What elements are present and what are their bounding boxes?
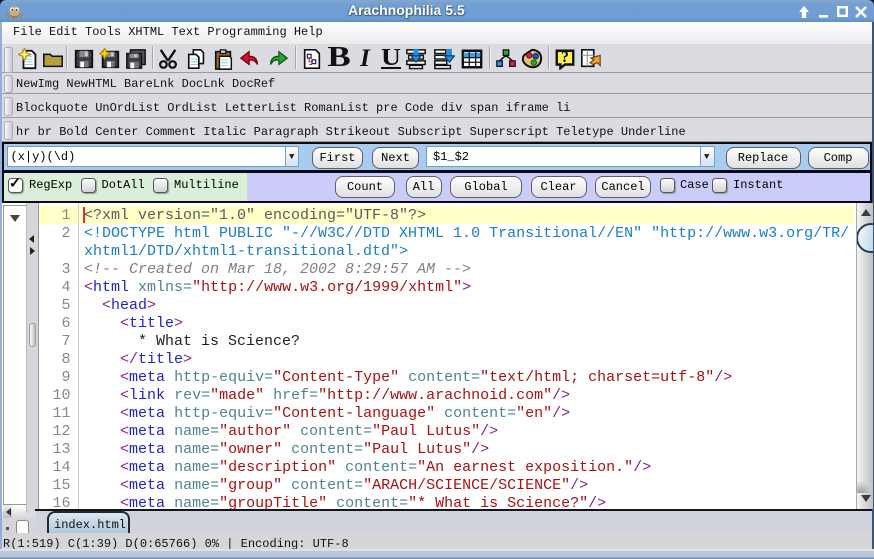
svg-text:?: ? — [561, 49, 569, 66]
